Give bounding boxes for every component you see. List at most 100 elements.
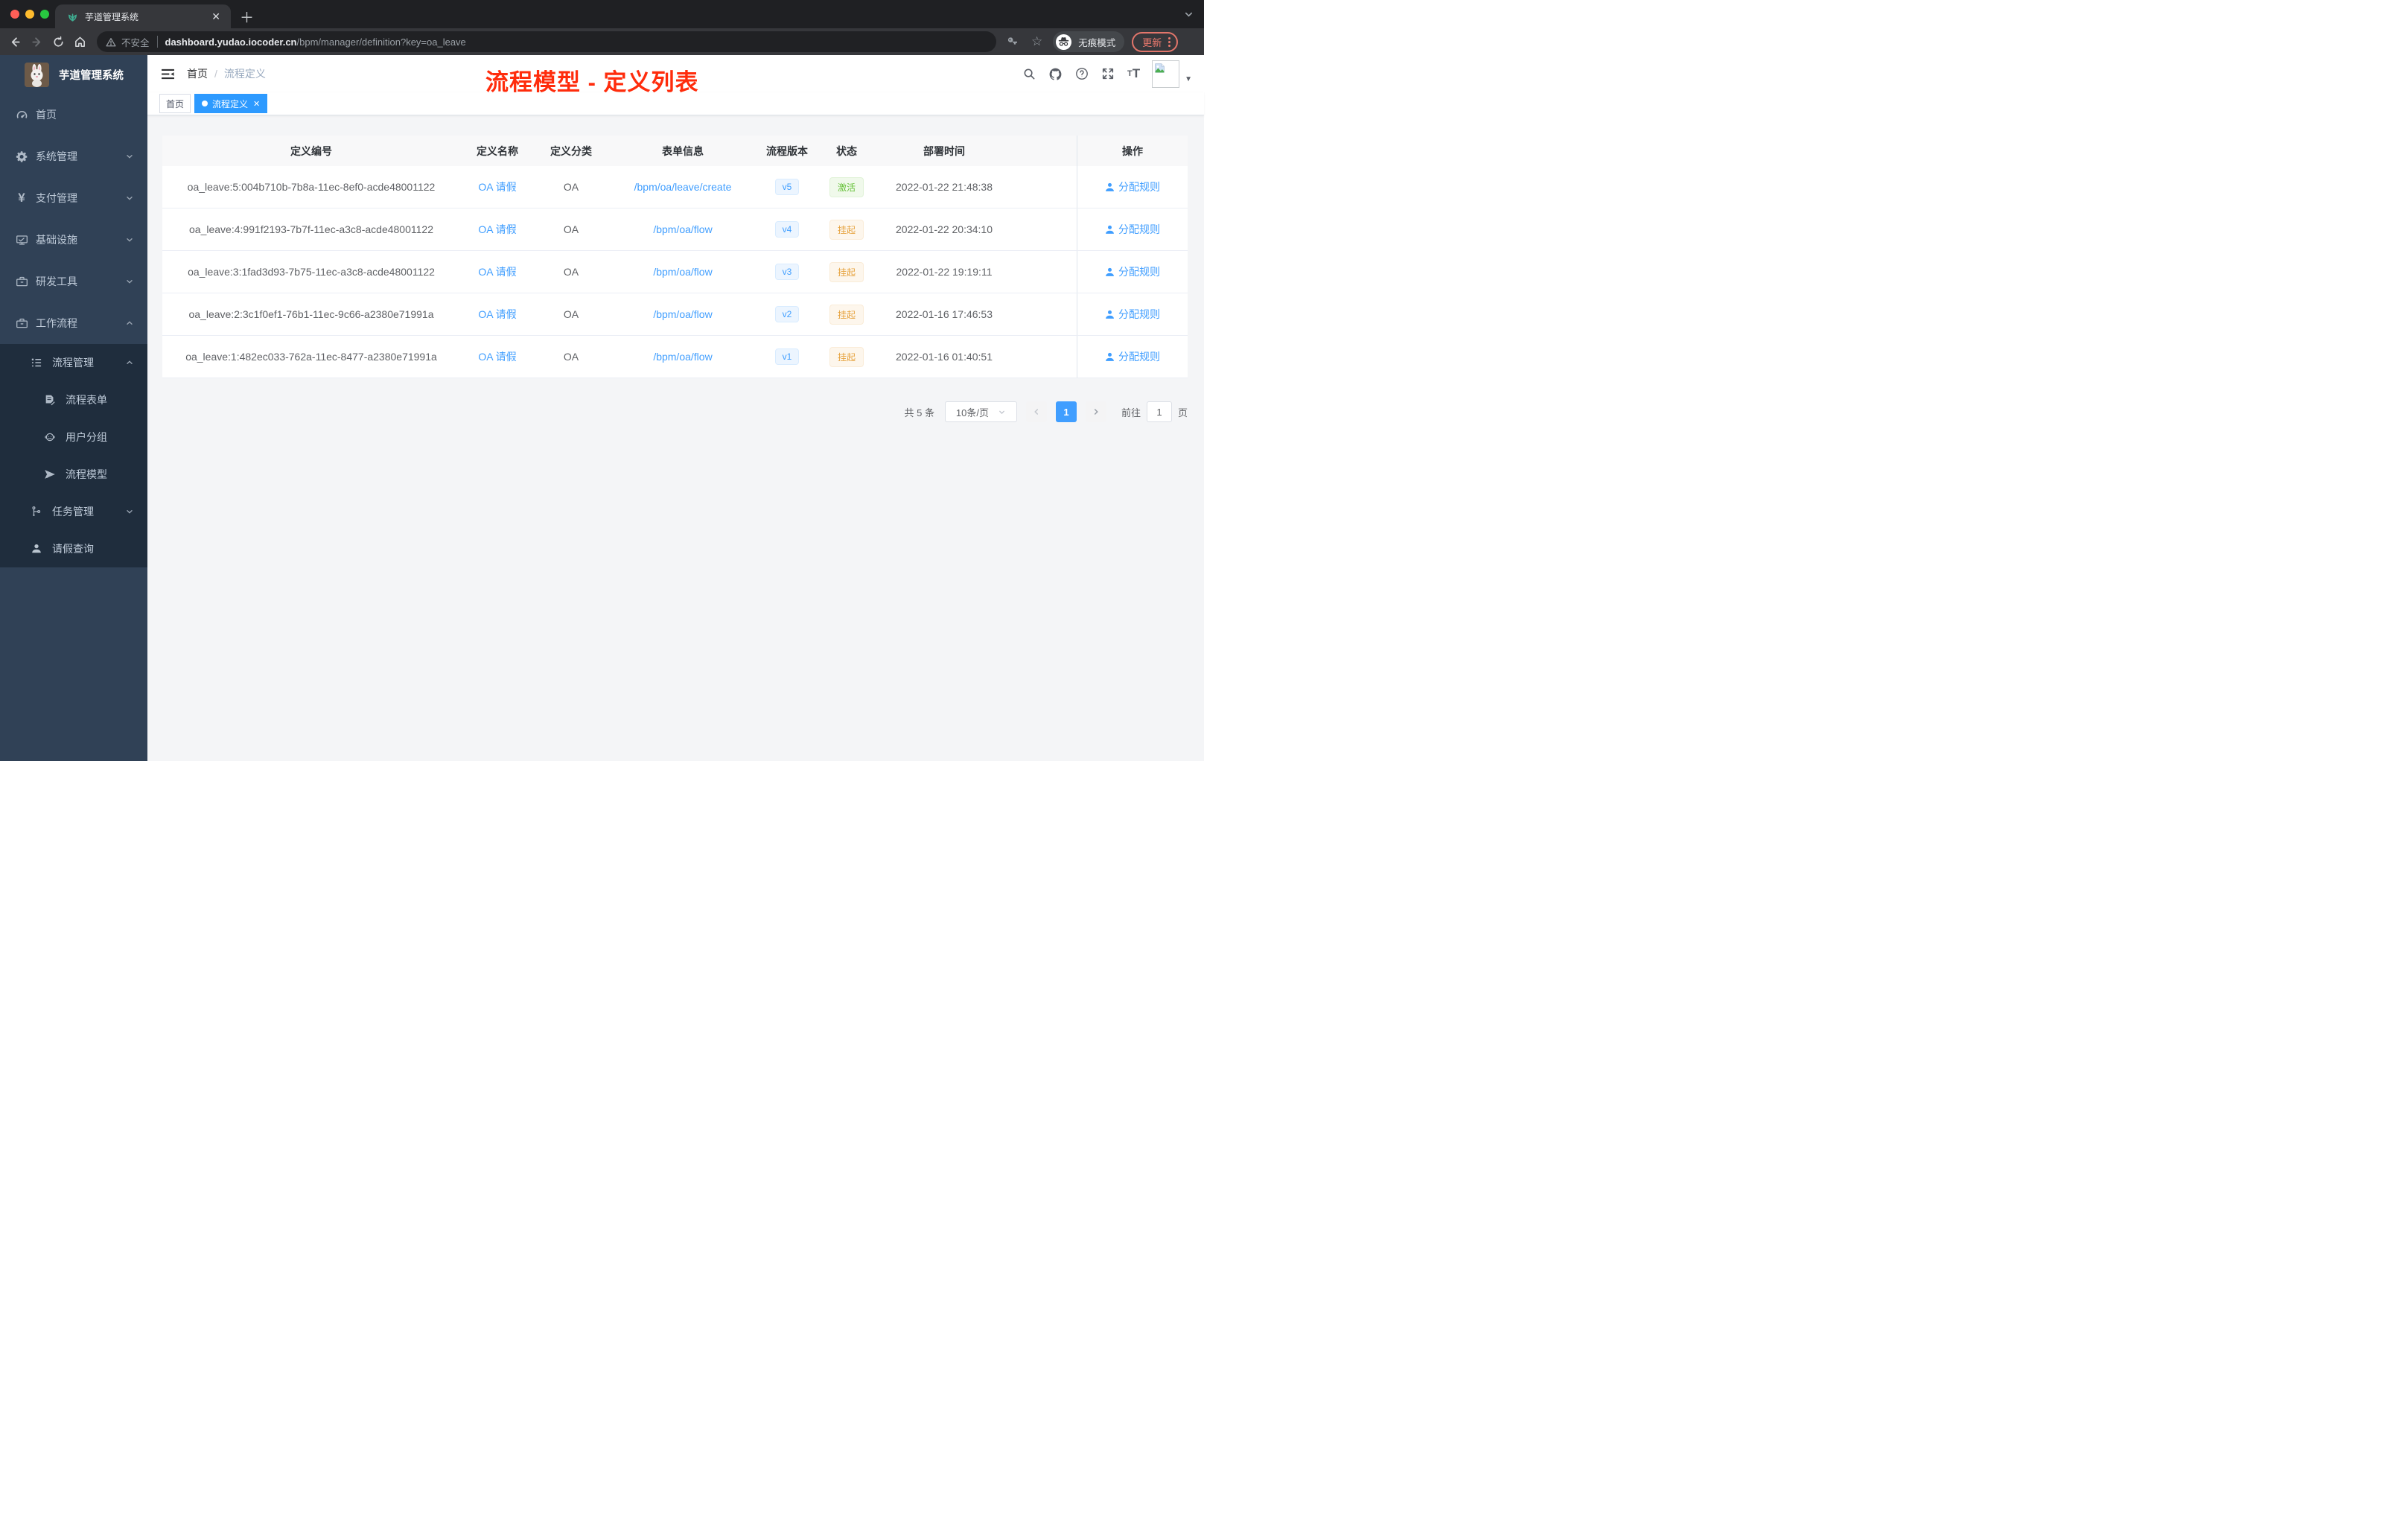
bookmark-star-icon[interactable]: ☆	[1031, 34, 1042, 49]
sidebar-item-leave-query[interactable]: 请假查询	[0, 530, 147, 567]
definition-name-link[interactable]: OA 请假	[478, 179, 516, 194]
hamburger-icon[interactable]	[161, 68, 175, 80]
next-page-button[interactable]	[1085, 401, 1106, 422]
incognito-label: 无痕模式	[1078, 37, 1116, 48]
face-icon	[43, 431, 57, 443]
address-bar[interactable]: 不安全 dashboard.yudao.iocoder.cn/bpm/manag…	[97, 31, 996, 52]
window-zoom-button[interactable]	[40, 10, 49, 19]
tag-current[interactable]: 流程定义 ✕	[194, 94, 268, 113]
sidebar-item-payment[interactable]: ¥ 支付管理	[0, 177, 147, 219]
font-size-icon[interactable]: TT	[1127, 66, 1140, 81]
sidebar-item-process-form[interactable]: 流程表单	[0, 381, 147, 418]
tab-search-chevron-icon[interactable]	[1184, 10, 1194, 19]
sidebar-item-process-model[interactable]: 流程模型	[0, 456, 147, 493]
logo-row[interactable]: 芋道管理系统	[0, 55, 147, 94]
definition-name-link[interactable]: OA 请假	[478, 264, 516, 279]
form-link[interactable]: /bpm/oa/flow	[653, 351, 712, 363]
chevron-up-icon	[125, 358, 134, 367]
tab-close-icon[interactable]: ✕	[208, 10, 223, 23]
page-number-1[interactable]: 1	[1055, 401, 1077, 422]
tag-close-icon[interactable]: ✕	[253, 99, 260, 109]
status-badge: 挂起	[829, 261, 864, 282]
page-size-select[interactable]: 10条/页	[944, 401, 1017, 422]
search-icon[interactable]	[1023, 68, 1036, 80]
assign-rule-button[interactable]: 分配规则	[1105, 264, 1160, 279]
sidebar-item-system[interactable]: 系统管理	[0, 136, 147, 177]
breadcrumb-home[interactable]: 首页	[187, 66, 208, 81]
assign-rule-button[interactable]: 分配规则	[1105, 349, 1160, 364]
form-link[interactable]: /bpm/oa/flow	[653, 308, 712, 320]
col-header-action: 操作	[1077, 136, 1188, 166]
col-header-form: 表单信息	[662, 144, 704, 157]
sidebar: 芋道管理系统 首页 系统管理 ¥ 支付管理 基础设施 研发工具 工作流程 流程管…	[0, 55, 147, 761]
new-tab-button[interactable]: ＋	[240, 7, 254, 27]
app-title: 芋道管理系统	[59, 69, 124, 82]
col-header-version: 流程版本	[766, 144, 808, 157]
home-icon[interactable]	[74, 36, 86, 48]
workflow-submenu: 流程管理 流程表单 用户分组 流程模型 任务管理 请假查询	[0, 344, 147, 567]
tag-bar: 首页 流程定义 ✕	[147, 92, 1204, 115]
chevron-down-icon	[125, 152, 134, 161]
sidebar-item-devtools[interactable]: 研发工具	[0, 261, 147, 302]
definition-category: OA	[563, 308, 579, 320]
app-header: 首页 / 流程定义 流程模型 - 定义列表 TT ▼	[147, 55, 1204, 95]
update-button[interactable]: 更新	[1132, 31, 1179, 52]
version-badge: v2	[774, 306, 800, 322]
definition-name-link[interactable]: OA 请假	[478, 222, 516, 237]
yen-icon: ¥	[18, 191, 25, 205]
form-link[interactable]: /bpm/oa/leave/create	[634, 181, 732, 193]
definition-category: OA	[563, 351, 579, 363]
password-key-icon[interactable]	[1007, 35, 1020, 48]
document-edit-icon	[43, 394, 57, 406]
url-text[interactable]: dashboard.yudao.iocoder.cn/bpm/manager/d…	[165, 36, 466, 48]
fullscreen-icon[interactable]	[1101, 67, 1115, 80]
assign-rule-button[interactable]: 分配规则	[1105, 222, 1160, 237]
definition-id: oa_leave:5:004b710b-7b8a-11ec-8ef0-acde4…	[187, 181, 436, 193]
definition-name-link[interactable]: OA 请假	[478, 349, 516, 364]
table-row: oa_leave:2:3c1f0ef1-76b1-11ec-9c66-a2380…	[162, 293, 1188, 336]
person-icon	[30, 543, 43, 555]
definition-name-link[interactable]: OA 请假	[478, 307, 516, 322]
forward-icon[interactable]	[31, 36, 43, 48]
chevron-down-icon	[125, 194, 134, 203]
window-close-button[interactable]	[10, 10, 19, 19]
table-row: oa_leave:5:004b710b-7b8a-11ec-8ef0-acde4…	[162, 166, 1188, 208]
assign-rule-button[interactable]: 分配规则	[1105, 179, 1160, 194]
tag-home[interactable]: 首页	[159, 94, 191, 113]
table-row: oa_leave:3:1fad3d93-7b75-11ec-a3c8-acde4…	[162, 251, 1188, 293]
caret-down-icon[interactable]: ▼	[1185, 75, 1192, 83]
chevron-down-icon	[125, 507, 134, 516]
goto-page-input[interactable]	[1146, 401, 1172, 422]
window-minimize-button[interactable]	[25, 10, 34, 19]
deploy-time: 2022-01-16 01:40:51	[896, 351, 993, 363]
status-badge: 挂起	[829, 304, 864, 325]
sidebar-item-process-management[interactable]: 流程管理	[0, 344, 147, 381]
help-icon[interactable]	[1075, 67, 1089, 80]
sidebar-item-task-management[interactable]: 任务管理	[0, 493, 147, 530]
col-header-time: 部署时间	[923, 144, 965, 157]
browser-tab[interactable]: 芋道管理系统 ✕	[55, 4, 231, 28]
not-secure-warning-icon[interactable]	[106, 37, 116, 47]
col-header-name: 定义名称	[477, 144, 518, 157]
sidebar-item-workflow[interactable]: 工作流程	[0, 302, 147, 344]
sidebar-item-user-group[interactable]: 用户分组	[0, 418, 147, 456]
assign-rule-button[interactable]: 分配规则	[1105, 307, 1160, 322]
table-header-row: 定义编号 定义名称 定义分类 表单信息 流程版本 状态 部署时间 操作	[162, 136, 1188, 166]
avatar[interactable]	[1152, 60, 1180, 88]
browser-menu-dots-icon[interactable]	[1168, 36, 1171, 48]
not-secure-label[interactable]: 不安全	[121, 35, 150, 49]
col-header-category: 定义分类	[550, 144, 592, 157]
github-icon[interactable]	[1048, 67, 1063, 81]
sidebar-item-infrastructure[interactable]: 基础设施	[0, 219, 147, 261]
logo-avatar	[25, 62, 49, 87]
form-link[interactable]: /bpm/oa/flow	[653, 223, 712, 235]
status-badge: 挂起	[829, 219, 864, 240]
sidebar-item-home[interactable]: 首页	[0, 94, 147, 136]
back-icon[interactable]	[9, 36, 22, 48]
version-badge: v3	[774, 264, 800, 280]
definition-category: OA	[563, 266, 579, 278]
address-divider	[156, 36, 158, 48]
prev-page-button[interactable]	[1025, 401, 1047, 422]
form-link[interactable]: /bpm/oa/flow	[653, 266, 712, 278]
reload-icon[interactable]	[52, 36, 65, 48]
